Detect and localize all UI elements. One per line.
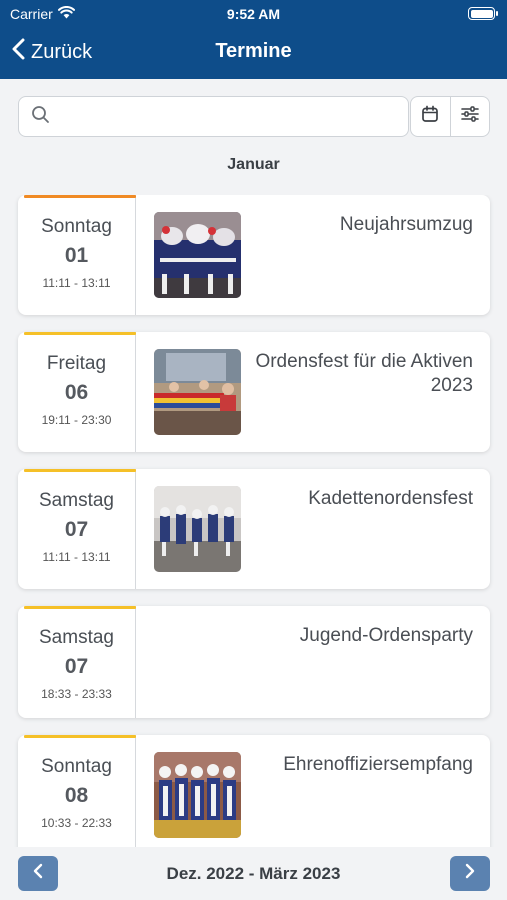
app-screen: Carrier 9:52 AM Zurück Termine Januar So…: [0, 0, 507, 900]
month-pager: Dez. 2022 - März 2023: [0, 847, 507, 900]
calendar-button[interactable]: [411, 97, 450, 136]
event-title: Neujahrsumzug: [339, 214, 473, 235]
toolbar-buttons: [410, 96, 490, 137]
nav-header: Carrier 9:52 AM Zurück Termine: [0, 0, 507, 79]
event-image: [154, 212, 241, 298]
event-title: Ordensfest für die Aktiven 2023: [255, 351, 473, 396]
chevron-right-icon: [465, 863, 475, 884]
chevron-left-icon: [12, 38, 25, 66]
event-card[interactable]: Sonntag 08 10:33 - 22:33 Ehrenoffizierse…: [18, 735, 490, 847]
event-accent-bar: [24, 195, 136, 198]
event-date: Sonntag 01 11:11 - 13:11: [18, 195, 136, 315]
event-title: Kadettenordensfest: [308, 488, 473, 509]
event-image: [154, 486, 241, 572]
status-time: 9:52 AM: [226, 6, 281, 22]
event-accent-bar: [24, 469, 136, 472]
event-weekday: Sonntag: [41, 756, 112, 777]
search-icon: [31, 105, 50, 129]
status-bar: Carrier 9:52 AM: [0, 0, 507, 28]
date-range-label: Dez. 2022 - März 2023: [166, 864, 341, 883]
event-list: Sonntag 01 11:11 - 13:11 Neujahrsumzug F…: [0, 195, 507, 847]
event-card[interactable]: Samstag 07 18:33 - 23:33 Jugend-Ordenspa…: [18, 606, 490, 718]
event-accent-bar: [24, 606, 136, 609]
calendar-icon: [421, 105, 439, 128]
event-weekday: Samstag: [39, 627, 114, 648]
event-time: 19:11 - 23:30: [41, 413, 112, 427]
filter-button[interactable]: [449, 97, 489, 136]
event-title: Ehrenoffiziersempfang: [283, 754, 473, 775]
event-day: 07: [64, 655, 89, 678]
event-date: Freitag 06 19:11 - 23:30: [18, 332, 136, 452]
search-input[interactable]: [58, 108, 408, 125]
event-card[interactable]: Sonntag 01 11:11 - 13:11 Neujahrsumzug: [18, 195, 490, 315]
battery-icon: [468, 7, 498, 20]
event-time: 18:33 - 23:33: [41, 687, 112, 701]
month-header: Januar: [227, 156, 280, 173]
event-time: 11:11 - 13:11: [42, 550, 111, 564]
event-day: 06: [64, 381, 89, 404]
event-time: 10:33 - 22:33: [41, 816, 112, 830]
event-weekday: Samstag: [39, 490, 114, 511]
event-day: 07: [64, 518, 89, 541]
event-image: [154, 349, 241, 435]
back-button[interactable]: Zurück: [12, 38, 92, 66]
event-date: Sonntag 08 10:33 - 22:33: [18, 735, 136, 847]
event-day: 08: [64, 784, 89, 807]
event-title: Jugend-Ordensparty: [299, 625, 473, 646]
event-time: 11:11 - 13:11: [42, 276, 111, 290]
event-date: Samstag 07 18:33 - 23:33: [18, 606, 136, 718]
event-card[interactable]: Freitag 06 19:11 - 23:30 Ordensfest für …: [18, 332, 490, 452]
event-weekday: Sonntag: [41, 216, 112, 237]
search-bar[interactable]: [18, 96, 409, 137]
filter-sliders-icon: [460, 105, 480, 128]
event-accent-bar: [24, 735, 136, 738]
back-label: Zurück: [31, 40, 93, 63]
event-image: [154, 752, 241, 838]
event-weekday: Freitag: [46, 353, 107, 374]
event-day: 01: [64, 244, 89, 267]
event-card[interactable]: Samstag 07 11:11 - 13:11 Kadettenordensf…: [18, 469, 490, 589]
event-accent-bar: [24, 332, 136, 335]
event-date: Samstag 07 11:11 - 13:11: [18, 469, 136, 589]
next-range-button[interactable]: [450, 856, 490, 891]
